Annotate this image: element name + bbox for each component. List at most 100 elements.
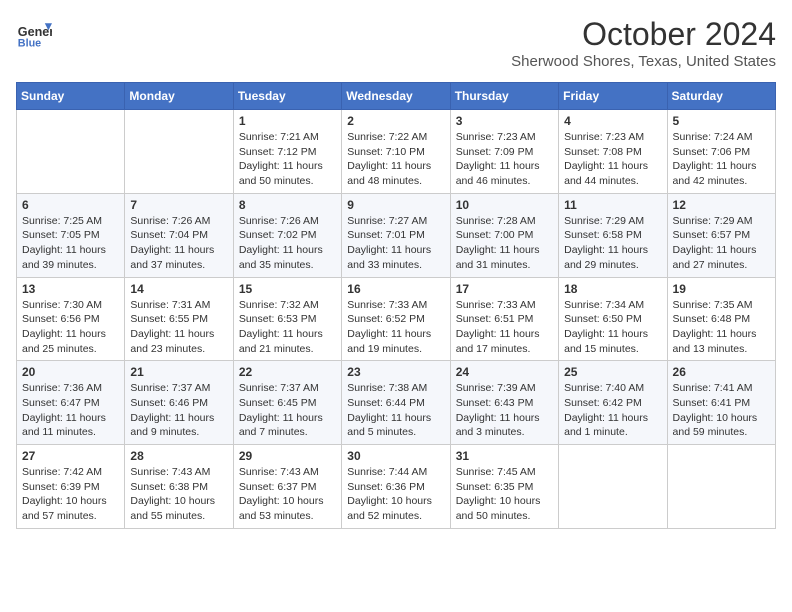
- calendar-cell: 6 Sunrise: 7:25 AMSunset: 7:05 PMDaylight…: [17, 193, 125, 277]
- day-info: Sunrise: 7:26 AMSunset: 7:02 PMDaylight:…: [239, 214, 336, 273]
- calendar-cell: 1Sunrise: 7:21 AMSunset: 7:12 PMDaylight…: [233, 110, 341, 194]
- logo-icon: General Blue: [16, 16, 52, 52]
- calendar-cell: [125, 110, 233, 194]
- day-info: Sunrise: 7:33 AMSunset: 6:52 PMDaylight:…: [347, 298, 444, 357]
- day-info: Sunrise: 7:38 AMSunset: 6:44 PMDaylight:…: [347, 381, 444, 440]
- day-info: Sunrise: 7:28 AMSunset: 7:00 PMDaylight:…: [456, 214, 553, 273]
- day-info: Sunrise: 7:25 AMSunset: 7:05 PMDaylight:…: [22, 214, 119, 273]
- svg-text:Blue: Blue: [18, 38, 41, 50]
- weekday-header-row: SundayMondayTuesdayWednesdayThursdayFrid…: [17, 83, 776, 110]
- day-number: 30: [347, 449, 444, 463]
- calendar-cell: 17 Sunrise: 7:33 AMSunset: 6:51 PMDayligh…: [450, 277, 558, 361]
- day-info: Sunrise: 7:23 AMSunset: 7:08 PMDaylight:…: [564, 130, 661, 189]
- calendar-cell: 29 Sunrise: 7:43 AMSunset: 6:37 PMDayligh…: [233, 445, 341, 529]
- calendar-cell: 7 Sunrise: 7:26 AMSunset: 7:04 PMDaylight…: [125, 193, 233, 277]
- page-header: General Blue October 2024 Sherwood Shore…: [16, 16, 776, 70]
- day-info: Sunrise: 7:29 AMSunset: 6:57 PMDaylight:…: [673, 214, 770, 273]
- calendar-cell: 31 Sunrise: 7:45 AMSunset: 6:35 PMDayligh…: [450, 445, 558, 529]
- calendar-cell: [667, 445, 775, 529]
- weekday-header-saturday: Saturday: [667, 83, 775, 110]
- calendar-cell: 18 Sunrise: 7:34 AMSunset: 6:50 PMDayligh…: [559, 277, 667, 361]
- day-number: 5: [673, 114, 770, 128]
- day-number: 15: [239, 282, 336, 296]
- day-info: Sunrise: 7:40 AMSunset: 6:42 PMDaylight:…: [564, 381, 661, 440]
- weekday-header-tuesday: Tuesday: [233, 83, 341, 110]
- day-info: Sunrise: 7:33 AMSunset: 6:51 PMDaylight:…: [456, 298, 553, 357]
- day-info: Sunrise: 7:26 AMSunset: 7:04 PMDaylight:…: [130, 214, 227, 273]
- day-number: 28: [130, 449, 227, 463]
- calendar-cell: 16 Sunrise: 7:33 AMSunset: 6:52 PMDayligh…: [342, 277, 450, 361]
- calendar-cell: 3 Sunrise: 7:23 AMSunset: 7:09 PMDaylight…: [450, 110, 558, 194]
- calendar-body: 1Sunrise: 7:21 AMSunset: 7:12 PMDaylight…: [17, 110, 776, 529]
- day-number: 13: [22, 282, 119, 296]
- day-info: Sunrise: 7:44 AMSunset: 6:36 PMDaylight:…: [347, 465, 444, 524]
- day-number: 19: [673, 282, 770, 296]
- location-title: Sherwood Shores, Texas, United States: [511, 53, 776, 70]
- weekday-header-thursday: Thursday: [450, 83, 558, 110]
- day-number: 8: [239, 198, 336, 212]
- day-info: Sunrise: 7:45 AMSunset: 6:35 PMDaylight:…: [456, 465, 553, 524]
- calendar-cell: 11 Sunrise: 7:29 AMSunset: 6:58 PMDayligh…: [559, 193, 667, 277]
- week-row-3: 13Sunrise: 7:30 AMSunset: 6:56 PMDayligh…: [17, 277, 776, 361]
- day-number: 14: [130, 282, 227, 296]
- day-number: 25: [564, 365, 661, 379]
- day-info: Sunrise: 7:37 AMSunset: 6:46 PMDaylight:…: [130, 381, 227, 440]
- day-info: Sunrise: 7:22 AMSunset: 7:10 PMDaylight:…: [347, 130, 444, 189]
- day-number: 24: [456, 365, 553, 379]
- day-info: Sunrise: 7:31 AMSunset: 6:55 PMDaylight:…: [130, 298, 227, 357]
- day-number: 11: [564, 198, 661, 212]
- week-row-2: 6 Sunrise: 7:25 AMSunset: 7:05 PMDaylight…: [17, 193, 776, 277]
- day-info: Sunrise: 7:36 AMSunset: 6:47 PMDaylight:…: [22, 381, 119, 440]
- day-info: Sunrise: 7:42 AMSunset: 6:39 PMDaylight:…: [22, 465, 119, 524]
- day-info: Sunrise: 7:34 AMSunset: 6:50 PMDaylight:…: [564, 298, 661, 357]
- day-number: 9: [347, 198, 444, 212]
- day-number: 17: [456, 282, 553, 296]
- calendar-table: SundayMondayTuesdayWednesdayThursdayFrid…: [16, 82, 776, 529]
- day-number: 12: [673, 198, 770, 212]
- day-info: Sunrise: 7:29 AMSunset: 6:58 PMDaylight:…: [564, 214, 661, 273]
- day-number: 18: [564, 282, 661, 296]
- day-info: Sunrise: 7:41 AMSunset: 6:41 PMDaylight:…: [673, 381, 770, 440]
- calendar-cell: 13Sunrise: 7:30 AMSunset: 6:56 PMDayligh…: [17, 277, 125, 361]
- day-info: Sunrise: 7:37 AMSunset: 6:45 PMDaylight:…: [239, 381, 336, 440]
- day-number: 7: [130, 198, 227, 212]
- calendar-cell: [559, 445, 667, 529]
- calendar-cell: 8 Sunrise: 7:26 AMSunset: 7:02 PMDaylight…: [233, 193, 341, 277]
- calendar-cell: 25 Sunrise: 7:40 AMSunset: 6:42 PMDayligh…: [559, 361, 667, 445]
- day-number: 2: [347, 114, 444, 128]
- calendar-cell: 20 Sunrise: 7:36 AMSunset: 6:47 PMDayligh…: [17, 361, 125, 445]
- title-block: October 2024 Sherwood Shores, Texas, Uni…: [511, 16, 776, 70]
- calendar-cell: 4 Sunrise: 7:23 AMSunset: 7:08 PMDaylight…: [559, 110, 667, 194]
- day-number: 3: [456, 114, 553, 128]
- calendar-cell: 10 Sunrise: 7:28 AMSunset: 7:00 PMDayligh…: [450, 193, 558, 277]
- day-info: Sunrise: 7:43 AMSunset: 6:38 PMDaylight:…: [130, 465, 227, 524]
- day-number: 6: [22, 198, 119, 212]
- weekday-header-friday: Friday: [559, 83, 667, 110]
- day-number: 29: [239, 449, 336, 463]
- calendar-cell: 24Sunrise: 7:39 AMSunset: 6:43 PMDayligh…: [450, 361, 558, 445]
- weekday-header-wednesday: Wednesday: [342, 83, 450, 110]
- calendar-cell: 9Sunrise: 7:27 AMSunset: 7:01 PMDaylight…: [342, 193, 450, 277]
- week-row-4: 20 Sunrise: 7:36 AMSunset: 6:47 PMDayligh…: [17, 361, 776, 445]
- day-info: Sunrise: 7:23 AMSunset: 7:09 PMDaylight:…: [456, 130, 553, 189]
- day-info: Sunrise: 7:43 AMSunset: 6:37 PMDaylight:…: [239, 465, 336, 524]
- day-number: 10: [456, 198, 553, 212]
- day-info: Sunrise: 7:35 AMSunset: 6:48 PMDaylight:…: [673, 298, 770, 357]
- day-number: 1: [239, 114, 336, 128]
- calendar-cell: 26Sunrise: 7:41 AMSunset: 6:41 PMDayligh…: [667, 361, 775, 445]
- calendar-cell: 14 Sunrise: 7:31 AMSunset: 6:55 PMDayligh…: [125, 277, 233, 361]
- calendar-cell: 23 Sunrise: 7:38 AMSunset: 6:44 PMDayligh…: [342, 361, 450, 445]
- week-row-1: 1Sunrise: 7:21 AMSunset: 7:12 PMDaylight…: [17, 110, 776, 194]
- day-number: 31: [456, 449, 553, 463]
- day-number: 27: [22, 449, 119, 463]
- calendar-cell: 30 Sunrise: 7:44 AMSunset: 6:36 PMDayligh…: [342, 445, 450, 529]
- calendar-cell: 22Sunrise: 7:37 AMSunset: 6:45 PMDayligh…: [233, 361, 341, 445]
- day-number: 23: [347, 365, 444, 379]
- calendar-cell: 28 Sunrise: 7:43 AMSunset: 6:38 PMDayligh…: [125, 445, 233, 529]
- day-number: 16: [347, 282, 444, 296]
- day-number: 20: [22, 365, 119, 379]
- calendar-cell: 21 Sunrise: 7:37 AMSunset: 6:46 PMDayligh…: [125, 361, 233, 445]
- day-number: 4: [564, 114, 661, 128]
- calendar-cell: 2 Sunrise: 7:22 AMSunset: 7:10 PMDaylight…: [342, 110, 450, 194]
- day-number: 21: [130, 365, 227, 379]
